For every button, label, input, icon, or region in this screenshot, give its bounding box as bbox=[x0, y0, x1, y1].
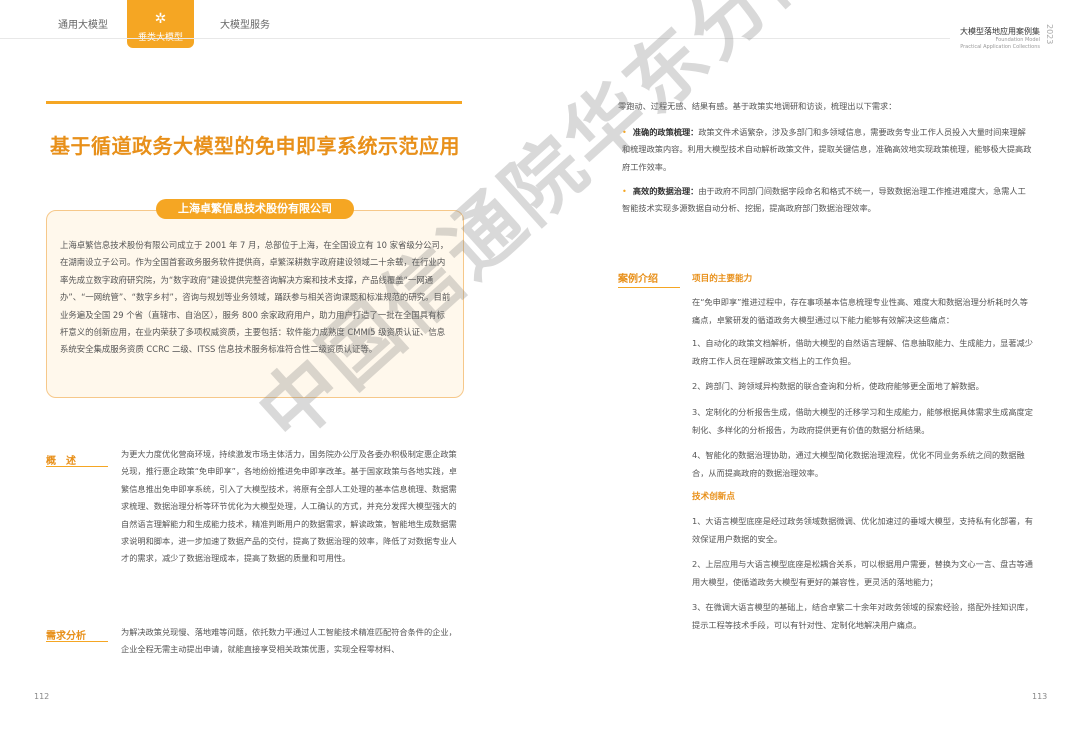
overview-text: 为更大力度优化营商环境，持续激发市场主体活力，国务院办公厅及各委办积极制定惠企政… bbox=[121, 449, 457, 564]
innovation-item-1: 1、大语言模型底座是经过政务领域数据微调、优化加速过的垂域大模型，支持私有化部署… bbox=[692, 516, 1033, 544]
main-ability-heading: 项目的主要能力 bbox=[692, 274, 753, 284]
page-title: 基于循道政务大模型的免申即享系统示范应用 bbox=[50, 134, 460, 158]
company-name-badge: 上海卓繁信息技术股份有限公司 bbox=[156, 199, 354, 219]
ability-item-2: 2、跨部门、跨领域异构数据的联合查询和分析，使政府能够更全面地了解数据。 bbox=[692, 381, 984, 391]
header-subtitle-1: Foundation Model bbox=[995, 37, 1040, 43]
header-title: 大模型落地应用案例集 bbox=[960, 27, 1040, 36]
nav-divider bbox=[0, 38, 950, 39]
case-intro-underline bbox=[618, 287, 680, 288]
model-icon: ✲ bbox=[154, 11, 167, 27]
nav-tab-label: 垂类大模型 bbox=[137, 33, 183, 43]
title-rule bbox=[46, 101, 462, 104]
nav-tab-general-model[interactable]: 通用大模型 bbox=[58, 16, 108, 31]
case-intro-label: 案例介绍 bbox=[618, 274, 658, 285]
demand-bullet-1: • 准确的政策梳理：政策文件术语繁杂，涉及多部门和多领域信息，需要政务专业工作人员… bbox=[622, 124, 1034, 176]
page-number-right: 113 bbox=[1032, 692, 1048, 701]
innovation-item-2: 2、上层应用与大语言模型底座是松耦合关系，可以根据用户需要，替换为文心一言、盘古… bbox=[692, 559, 1033, 587]
page-number-left: 112 bbox=[34, 692, 50, 701]
overview-label: 概 述 bbox=[46, 456, 76, 467]
demand-underline bbox=[46, 641, 108, 642]
innovation-item-3: 3、在微调大语言模型的基础上，结合卓繁二十余年对政务领域的探索经验，搭配外挂知识… bbox=[692, 602, 1033, 630]
header-year: 2023 bbox=[1045, 24, 1054, 45]
demand-text: 为解决政策兑现慢、落地难等问题，依托数力平通过人工智能技术精准匹配符合条件的企业… bbox=[121, 627, 457, 655]
innovation-heading: 技术创新点 bbox=[692, 492, 735, 502]
bullet-title: 高效的数据治理： bbox=[632, 186, 699, 196]
nav-tab-model-service[interactable]: 大模型服务 bbox=[220, 16, 270, 31]
nav-tab-vertical-model[interactable]: ✲ 垂类大模型 bbox=[127, 0, 194, 48]
demand-label: 需求分析 bbox=[46, 631, 86, 642]
header-subtitle-2: Practical Application Collections bbox=[960, 44, 1040, 50]
demand-bullet-2: • 高效的数据治理：由于政府不同部门间数据字段命名和格式不统一，导致数据治理工作推… bbox=[622, 183, 1034, 218]
ability-item-4: 4、智能化的数据治理协助，通过大模型简化数据治理流程，优化不同业务系统之间的数据… bbox=[692, 450, 1025, 478]
header-branding: 大模型落地应用案例集 Foundation Model Practical Ap… bbox=[960, 26, 1040, 51]
ability-item-1: 1、自动化的政策文档解析，借助大模型的自然语言理解、信息抽取能力、生成能力，显著… bbox=[692, 338, 1033, 366]
ability-item-3: 3、定制化的分析报告生成，借助大模型的迁移学习和生成能力，能够根据具体需求生成高… bbox=[692, 407, 1033, 435]
bullet-dot-icon: • bbox=[622, 186, 627, 196]
overview-underline bbox=[46, 466, 108, 467]
ability-intro: 在“免申即享”推进过程中，存在事项基本信息梳理专业性高、难度大和数据治理分析耗时… bbox=[692, 297, 1028, 325]
